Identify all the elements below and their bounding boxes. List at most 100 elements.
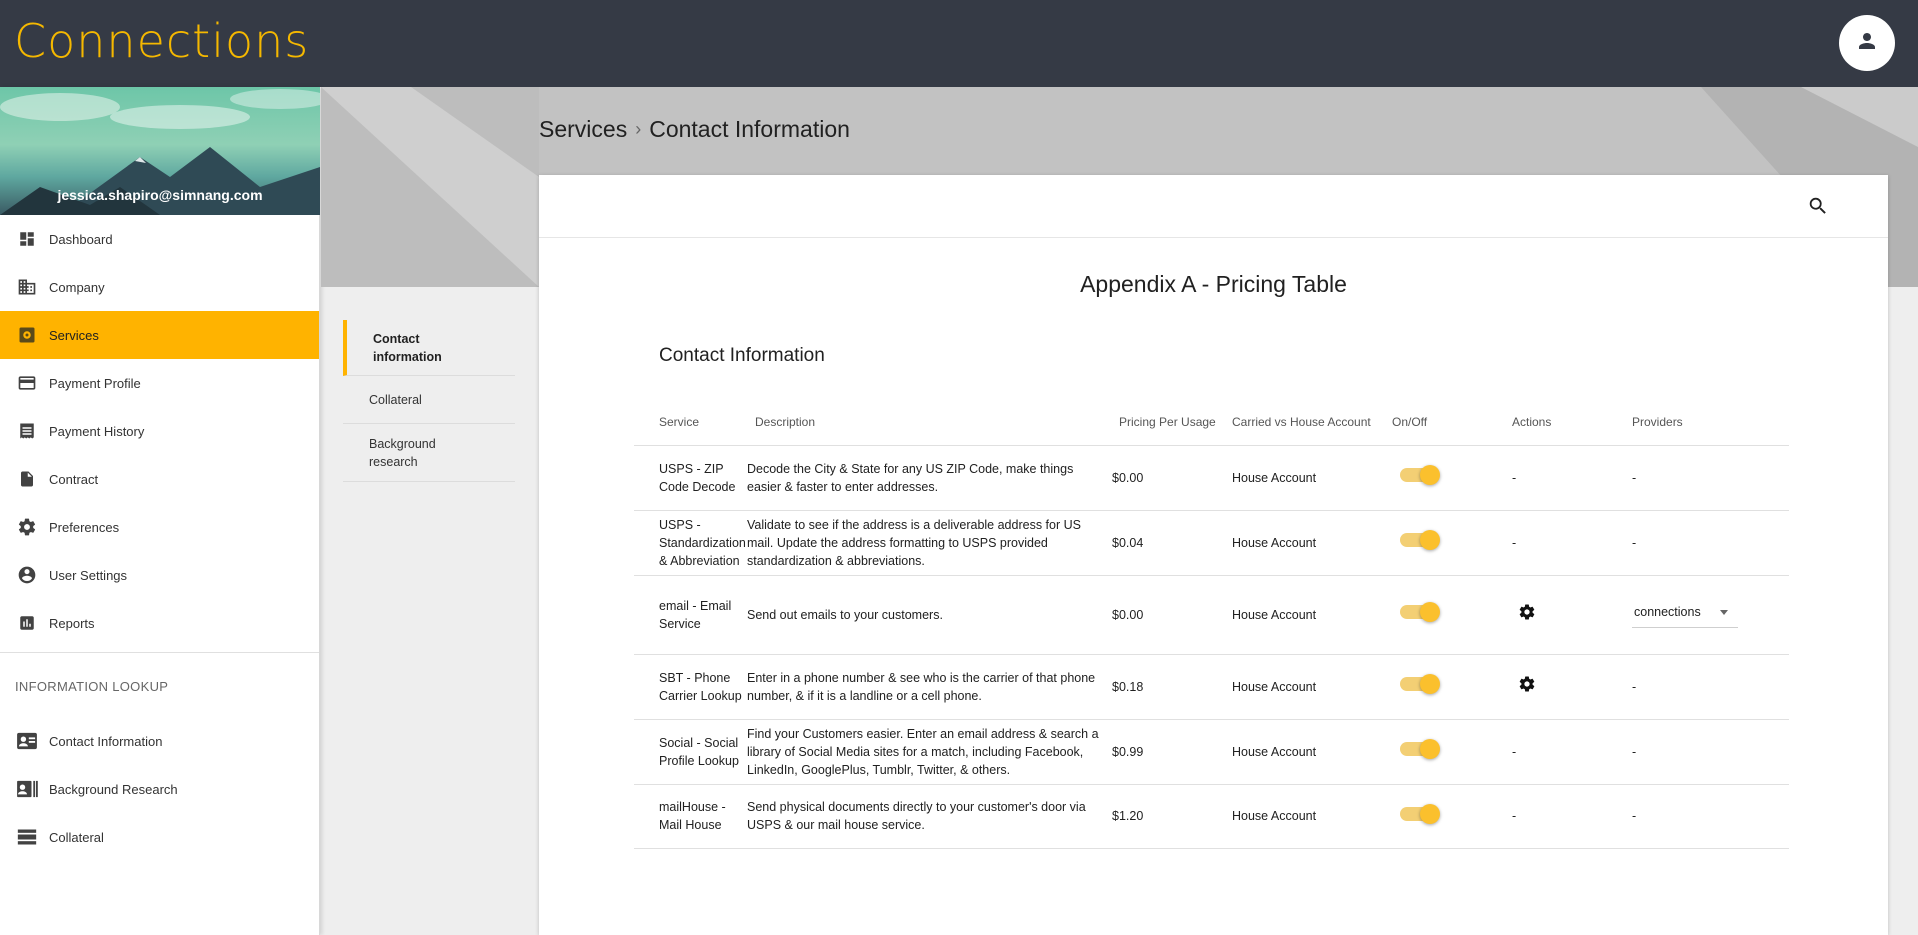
account-button[interactable]	[1839, 15, 1895, 71]
account-type: House Account	[1232, 719, 1392, 785]
sidebar-item-services[interactable]: Services	[0, 311, 319, 359]
service-name: Social - Social Profile Lookup	[634, 719, 747, 785]
subnav-item-collateral[interactable]: Collateral	[343, 376, 515, 424]
provider-select-value: connections	[1634, 605, 1701, 619]
sidebar-item-payment-history[interactable]: Payment History	[0, 407, 319, 455]
subnav-item-background-research[interactable]: Background research	[343, 424, 515, 482]
sidebar-item-label: Payment Profile	[49, 375, 141, 391]
service-description: Send physical documents directly to your…	[747, 784, 1112, 849]
search-icon	[1807, 197, 1829, 221]
account-type: House Account	[1232, 784, 1392, 849]
sidebar-item-label: Contact Information	[49, 733, 163, 749]
sidebar-item-preferences[interactable]: Preferences	[0, 503, 319, 551]
sidebar-item-company[interactable]: Company	[0, 263, 319, 311]
on-off-toggle[interactable]	[1400, 602, 1440, 622]
actions-cell	[1512, 654, 1632, 720]
bar-chart-icon	[16, 612, 38, 634]
sidebar-item-reports[interactable]: Reports	[0, 599, 319, 647]
toggle-knob	[1420, 674, 1440, 694]
providers-cell: -	[1632, 654, 1789, 720]
actions-cell: -	[1512, 510, 1632, 576]
app-logo[interactable]: Connections	[14, 14, 309, 68]
sidebar-item-background-research[interactable]: Background Research	[0, 765, 319, 813]
on-off-cell	[1392, 719, 1512, 785]
subnav-item-contact-information[interactable]: Contact information	[343, 320, 515, 376]
on-off-cell	[1392, 784, 1512, 849]
provider-select[interactable]: connections	[1632, 598, 1738, 628]
top-app-bar: Connections	[0, 0, 1918, 87]
on-off-toggle[interactable]	[1400, 465, 1440, 485]
breadcrumb-parent[interactable]: Services	[539, 116, 627, 143]
table-row: Social - Social Profile Lookup Find your…	[634, 719, 1789, 785]
actions-cell: -	[1512, 445, 1632, 511]
subnav-item-label: Contact information	[373, 331, 442, 364]
on-off-cell	[1392, 445, 1512, 511]
services-icon	[16, 324, 38, 346]
sidebar-section-heading: INFORMATION LOOKUP	[15, 679, 169, 694]
sidebar-item-label: Services	[49, 327, 99, 343]
sidebar-item-label: Collateral	[49, 829, 104, 845]
profile-banner: jessica.shapiro@simnang.com	[0, 87, 320, 215]
sidebar-item-label: Background Research	[49, 781, 178, 797]
service-price: $1.20	[1112, 784, 1232, 849]
sidebar-item-label: Payment History	[49, 423, 145, 439]
providers-cell: -	[1632, 719, 1789, 785]
service-name: SBT - Phone Carrier Lookup	[634, 654, 747, 720]
sidebar-item-label: Preferences	[49, 519, 120, 535]
service-description: Validate to see if the address is a deli…	[747, 510, 1112, 576]
dropdown-arrow-icon	[1720, 609, 1728, 615]
sub-navigation: Contact information Collateral Backgroun…	[343, 320, 515, 482]
sidebar-item-contact-information[interactable]: Contact Information	[0, 717, 319, 765]
actions-cell	[1512, 575, 1632, 655]
person-icon	[1855, 29, 1879, 58]
credit-card-icon	[16, 372, 38, 394]
search-button[interactable]	[1807, 195, 1831, 219]
card-title: Appendix A - Pricing Table	[1080, 271, 1347, 297]
table-row: email - Email Service Send out emails to…	[634, 575, 1789, 655]
table-header-row: Service Description Pricing Per Usage Ca…	[634, 400, 1789, 446]
background-research-icon	[16, 778, 38, 800]
account-type: House Account	[1232, 575, 1392, 655]
sidebar-item-collateral[interactable]: Collateral	[0, 813, 319, 861]
service-description: Enter in a phone number & see who is the…	[747, 654, 1112, 720]
document-icon	[16, 468, 38, 490]
service-price: $0.18	[1112, 654, 1232, 720]
sidebar-item-user-settings[interactable]: User Settings	[0, 551, 319, 599]
on-off-toggle[interactable]	[1400, 739, 1440, 759]
user-email: jessica.shapiro@simnang.com	[57, 187, 263, 203]
service-price: $0.00	[1112, 445, 1232, 511]
sidebar-item-contract[interactable]: Contract	[0, 455, 319, 503]
pricing-table: Service Description Pricing Per Usage Ca…	[634, 400, 1789, 849]
service-price: $0.99	[1112, 719, 1232, 785]
providers-cell: -	[1632, 784, 1789, 849]
sidebar-item-dashboard[interactable]: Dashboard	[0, 215, 319, 263]
column-header-pricing: Pricing Per Usage	[1112, 400, 1232, 446]
on-off-cell	[1392, 654, 1512, 720]
on-off-toggle[interactable]	[1400, 803, 1440, 824]
service-name: USPS - Standardization & Abbreviation	[634, 510, 747, 576]
service-description: Send out emails to your customers.	[747, 575, 1112, 655]
toggle-knob	[1420, 739, 1440, 759]
sidebar: jessica.shapiro@simnang.com Dashboard Co…	[0, 87, 320, 935]
card-toolbar	[539, 175, 1888, 238]
on-off-cell	[1392, 510, 1512, 576]
settings-button[interactable]	[1518, 603, 1536, 626]
table-row: mailHouse - Mail House Send physical doc…	[634, 784, 1789, 849]
sidebar-item-label: Contract	[49, 471, 99, 487]
column-header-service: Service	[634, 400, 747, 446]
sidebar-item-payment-profile[interactable]: Payment Profile	[0, 359, 319, 407]
dashboard-icon	[16, 228, 38, 250]
settings-button[interactable]	[1518, 675, 1536, 698]
column-header-account: Carried vs House Account	[1232, 400, 1392, 446]
on-off-cell	[1392, 575, 1512, 655]
service-name: USPS - ZIP Code Decode	[634, 445, 747, 511]
toggle-knob	[1420, 602, 1440, 622]
sidebar-item-label: Company	[49, 279, 105, 295]
actions-cell: -	[1512, 784, 1632, 849]
on-off-toggle[interactable]	[1400, 674, 1440, 694]
account-type: House Account	[1232, 510, 1392, 576]
column-header-description: Description	[747, 400, 1112, 446]
sidebar-item-label: Dashboard	[49, 231, 113, 247]
on-off-toggle[interactable]	[1400, 530, 1440, 550]
building-icon	[16, 276, 38, 298]
